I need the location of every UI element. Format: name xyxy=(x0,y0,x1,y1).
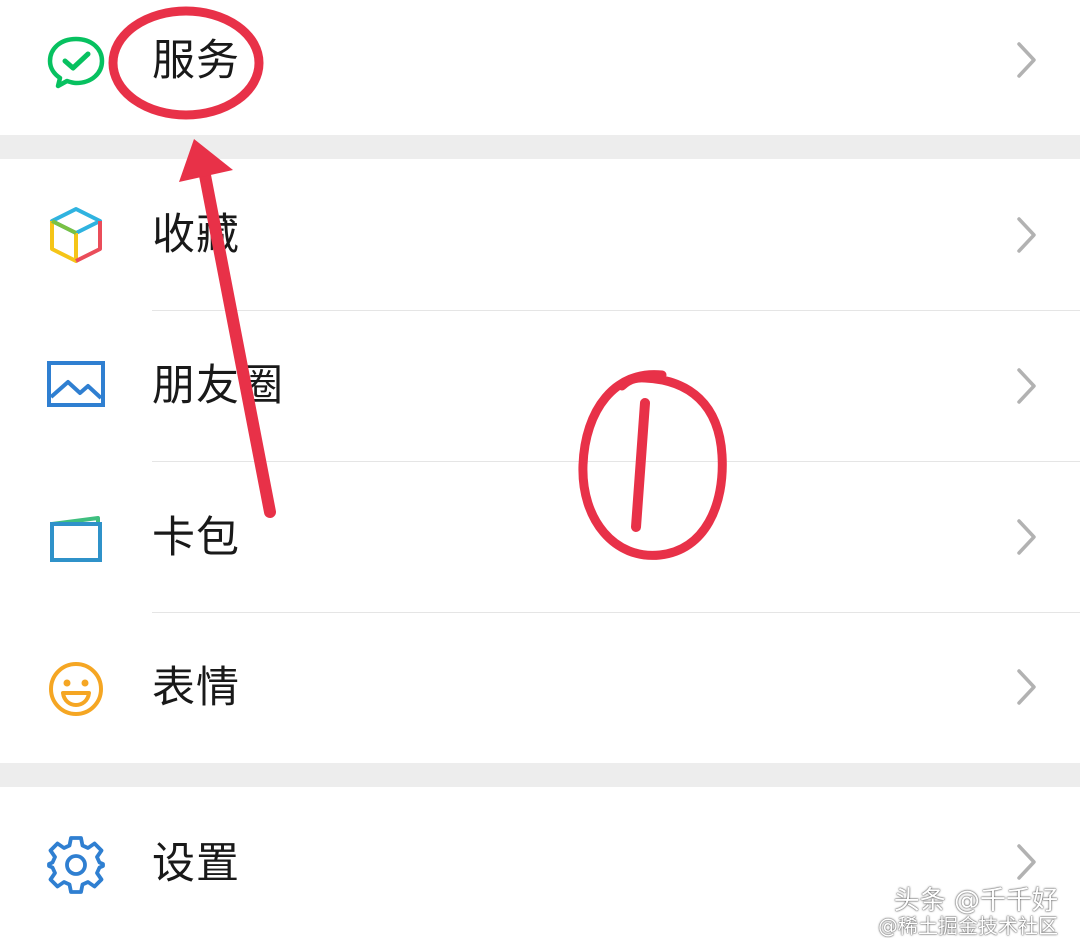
chevron-right-icon xyxy=(1016,518,1038,556)
picture-icon xyxy=(44,353,108,417)
menu-item-label: 服务 xyxy=(152,36,240,86)
menu-item-label: 卡包 xyxy=(152,513,240,563)
chevron-right-icon xyxy=(1016,843,1038,881)
gear-icon xyxy=(44,833,108,897)
smiley-icon xyxy=(44,657,108,721)
watermark-juejin: @稀土掘金技术社区 xyxy=(878,914,1058,938)
menu-item-favorites[interactable]: 收藏 xyxy=(0,159,1080,310)
card-wallet-icon xyxy=(44,506,108,570)
menu-item-label: 设置 xyxy=(152,839,240,889)
menu-item-moments[interactable]: 朋友圈 xyxy=(0,311,1080,462)
menu-group-main: 收藏 朋友圈 卡包 表情 xyxy=(0,159,1080,763)
menu-item-label: 朋友圈 xyxy=(152,361,284,411)
menu-item-services[interactable]: 服务 xyxy=(0,0,1080,135)
chevron-right-icon xyxy=(1016,367,1038,405)
menu-item-label: 表情 xyxy=(152,663,240,713)
wechat-pay-icon xyxy=(44,30,108,94)
menu-item-stickers[interactable]: 表情 xyxy=(0,613,1080,764)
cube-icon xyxy=(44,203,108,267)
chevron-right-icon xyxy=(1016,41,1038,79)
menu-item-label: 收藏 xyxy=(152,210,240,260)
chevron-right-icon xyxy=(1016,216,1038,254)
menu-group-services: 服务 xyxy=(0,0,1080,135)
wechat-me-menu: 服务 收藏 朋友圈 卡包 表情 设置 头条 @千千好 @稀土掘金技术社区 xyxy=(0,0,1080,938)
chevron-right-icon xyxy=(1016,668,1038,706)
menu-item-card-wallet[interactable]: 卡包 xyxy=(0,462,1080,613)
